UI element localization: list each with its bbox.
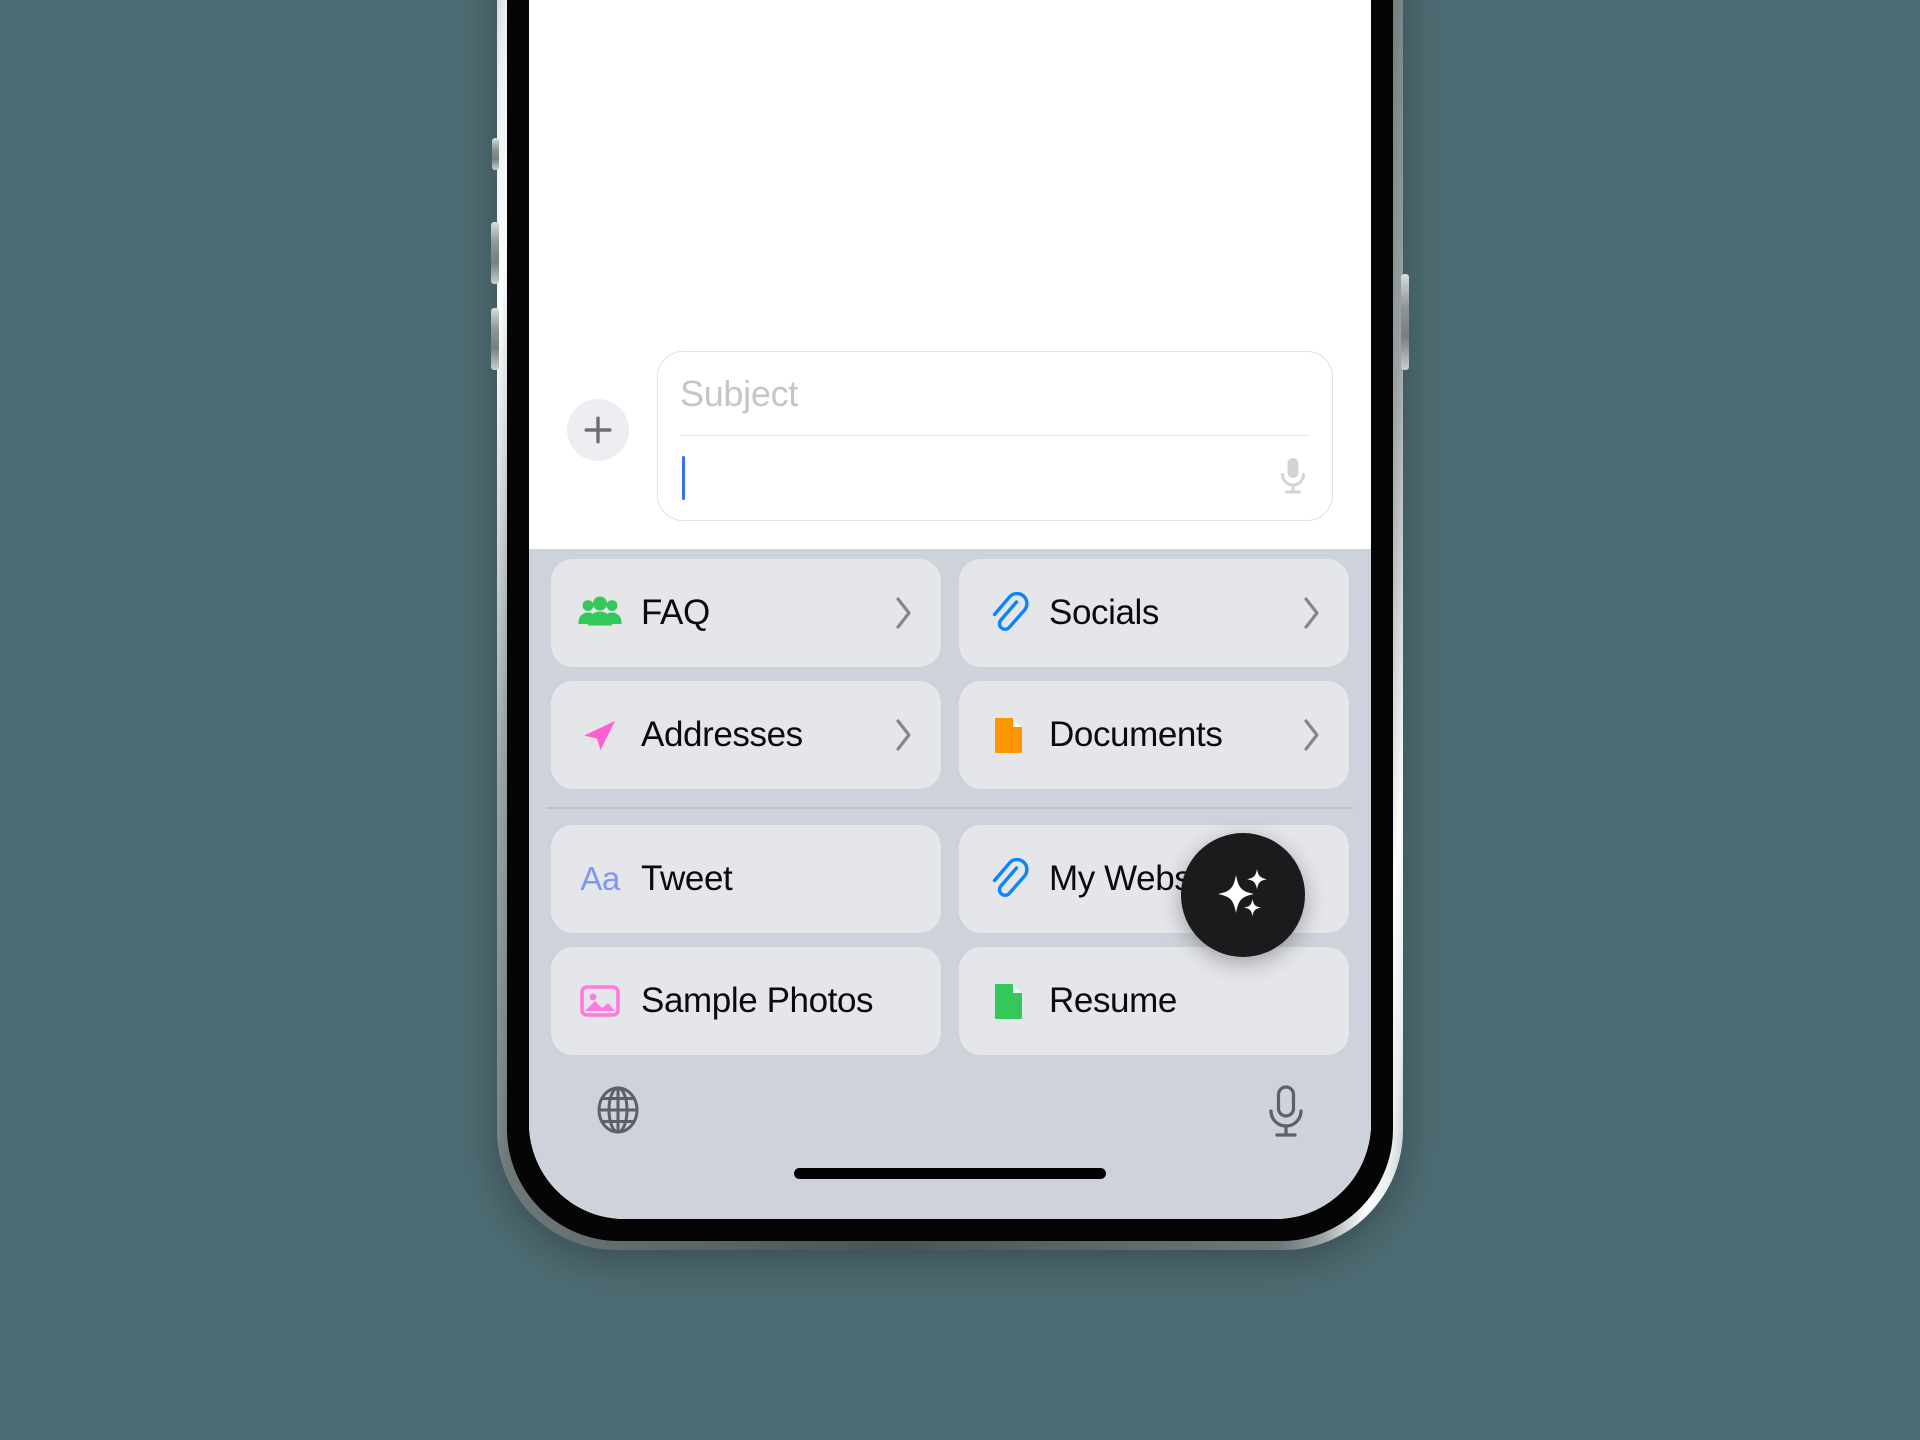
chevron-right-icon bbox=[1301, 594, 1323, 632]
suggestion-row: Sample Photos Resume bbox=[533, 947, 1367, 1069]
keyboard-bottom-bar bbox=[529, 1069, 1371, 1219]
suggestion-chip-documents[interactable]: Documents bbox=[959, 681, 1349, 790]
suggestion-chip-socials[interactable]: Socials bbox=[959, 559, 1349, 668]
suggestion-group: FAQ Socials Addresses Documents bbox=[529, 559, 1371, 803]
message-body-row[interactable] bbox=[680, 436, 1310, 520]
suggestion-chip-label: FAQ bbox=[641, 593, 710, 633]
suggestion-chip-label: Sample Photos bbox=[641, 981, 874, 1020]
suggestion-chip-tweet[interactable]: Aa Tweet bbox=[551, 825, 941, 933]
keyboard-dictation-button[interactable] bbox=[1263, 1083, 1309, 1146]
paperclip-icon bbox=[985, 856, 1031, 902]
chevron-right-icon bbox=[893, 594, 915, 632]
microphone-icon bbox=[1269, 1085, 1303, 1137]
sparkles-icon bbox=[1218, 869, 1267, 917]
suggestion-chip-label: Resume bbox=[1049, 981, 1177, 1020]
volume-up-button[interactable] bbox=[491, 222, 499, 284]
ai-sparkle-button[interactable] bbox=[1181, 833, 1305, 957]
suggestion-chip-addresses[interactable]: Addresses bbox=[551, 681, 941, 790]
power-button[interactable] bbox=[1401, 274, 1409, 370]
add-attachment-button[interactable] bbox=[567, 399, 629, 462]
suggestion-row: FAQ Socials bbox=[533, 559, 1367, 681]
compose-bar: Subject bbox=[529, 249, 1371, 550]
text-format-aa-label: Aa bbox=[580, 860, 620, 897]
suggestion-row: Addresses Documents bbox=[533, 681, 1367, 803]
dictation-button[interactable] bbox=[1276, 454, 1310, 503]
document-icon bbox=[985, 978, 1031, 1024]
plus-icon bbox=[584, 416, 612, 444]
group-divider bbox=[547, 807, 1353, 809]
suggestion-chip-sample-photos[interactable]: Sample Photos bbox=[551, 947, 941, 1055]
text-format-aa-icon: Aa bbox=[577, 856, 623, 902]
message-compose-field[interactable]: Subject bbox=[657, 351, 1333, 522]
document-icon bbox=[985, 712, 1031, 758]
suggestions-panel: FAQ Socials Addresses Documents Aa Tweet… bbox=[529, 549, 1371, 1069]
suggestion-chip-label: Documents bbox=[1049, 715, 1223, 755]
phone-bezel: Subject FAQ Socials Addresses Documents … bbox=[507, 0, 1393, 1241]
suggestion-chip-faq[interactable]: FAQ bbox=[551, 559, 941, 668]
subject-row[interactable]: Subject bbox=[680, 352, 1310, 437]
suggestion-chip-label: Socials bbox=[1049, 593, 1160, 633]
paperclip-icon bbox=[985, 590, 1031, 636]
text-caret bbox=[682, 456, 685, 501]
subject-placeholder: Subject bbox=[680, 372, 798, 414]
silent-switch[interactable] bbox=[492, 138, 499, 170]
volume-down-button[interactable] bbox=[491, 308, 499, 370]
phone-frame: Subject FAQ Socials Addresses Documents … bbox=[491, 0, 1409, 1250]
microphone-icon bbox=[1281, 457, 1305, 494]
photo-icon bbox=[577, 978, 623, 1024]
globe-language-button[interactable] bbox=[591, 1083, 645, 1142]
people-group-icon bbox=[577, 590, 623, 636]
chevron-right-icon bbox=[893, 716, 915, 754]
phone-screen: Subject FAQ Socials Addresses Documents … bbox=[529, 0, 1371, 1219]
home-indicator bbox=[794, 1168, 1106, 1179]
location-arrow-icon bbox=[577, 712, 623, 758]
suggestion-chip-label: Addresses bbox=[641, 715, 803, 755]
suggestion-chip-resume[interactable]: Resume bbox=[959, 947, 1349, 1055]
suggestion-chip-label: Tweet bbox=[641, 859, 733, 898]
globe-icon bbox=[597, 1086, 639, 1134]
chevron-right-icon bbox=[1301, 716, 1323, 754]
